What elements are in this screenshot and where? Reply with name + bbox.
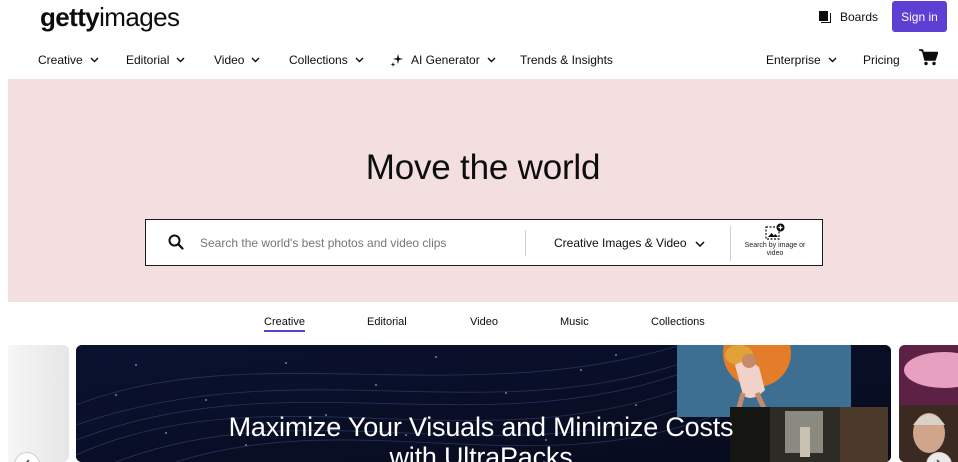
search-divider [525, 230, 526, 256]
chevron-down-icon [487, 57, 496, 63]
banner-title: Maximize Your Visuals and Minimize Costs… [228, 412, 734, 462]
carousel-next-button[interactable] [926, 452, 952, 462]
carousel-prev-button[interactable] [14, 452, 40, 462]
nav-item-pricing[interactable]: Pricing [863, 52, 900, 68]
chevron-down-icon [355, 57, 364, 63]
chevron-left-icon [25, 459, 30, 462]
ultrapacks-promo-banner[interactable]: Maximize Your Visuals and Minimize Costs… [76, 345, 891, 462]
tab-editorial[interactable]: Editorial [367, 316, 407, 328]
chevron-down-icon [176, 57, 185, 63]
carousel-card-next[interactable] [899, 345, 958, 462]
search-by-image-button[interactable]: Search by image or video [742, 223, 808, 263]
nav-item-label: Editorial [126, 53, 170, 67]
search-by-image-label: Search by image or video [744, 242, 806, 257]
nav-item-editorial[interactable]: Editorial [126, 52, 185, 68]
tab-music[interactable]: Music [560, 316, 589, 328]
next-card-image [899, 345, 958, 462]
chevron-down-icon [828, 57, 837, 63]
search-divider [730, 226, 731, 261]
image-search-icon [742, 223, 808, 241]
nav-item-label: Trends & Insights [520, 53, 613, 67]
boards-icon [818, 10, 832, 24]
tab-video[interactable]: Video [470, 316, 498, 328]
search-type-label: Creative Images & Video [554, 236, 687, 250]
main-nav: Creative Editorial Video Collections AI … [0, 44, 958, 74]
nav-item-creative[interactable]: Creative [38, 52, 99, 68]
sparkle-icon [390, 53, 404, 67]
hero-title: Move the world [365, 148, 601, 187]
chevron-down-icon [694, 236, 705, 250]
nav-item-label: Pricing [863, 53, 900, 67]
nav-item-ai-generator[interactable]: AI Generator [390, 52, 496, 68]
chevron-down-icon [251, 57, 260, 63]
cart-icon[interactable] [919, 49, 939, 71]
nav-item-video[interactable]: Video [214, 52, 260, 68]
getty-images-logo[interactable]: getty images [40, 0, 180, 32]
nav-item-label: Video [214, 53, 245, 67]
nav-item-enterprise[interactable]: Enterprise [766, 52, 837, 68]
nav-item-label: Collections [289, 53, 348, 67]
logo-bold-text: getty [40, 2, 100, 32]
nav-item-label: AI Generator [411, 53, 480, 67]
chevron-right-icon [936, 459, 941, 462]
nav-item-label: Enterprise [766, 53, 821, 67]
nav-item-trends-insights[interactable]: Trends & Insights [520, 52, 613, 68]
search-input[interactable] [200, 228, 520, 257]
nav-item-collections[interactable]: Collections [289, 52, 364, 68]
search-icon[interactable] [168, 234, 184, 255]
search-bar: Creative Images & Video Search by image … [145, 219, 823, 266]
sign-in-button[interactable]: Sign in [892, 1, 947, 32]
search-type-select[interactable]: Creative Images & Video [554, 234, 705, 252]
chevron-down-icon [90, 57, 99, 63]
tab-collections[interactable]: Collections [651, 316, 705, 328]
promo-image-interior [730, 407, 888, 462]
boards-label: Boards [840, 10, 879, 24]
tab-creative[interactable]: Creative [264, 316, 305, 332]
carousel-card-previous[interactable] [8, 345, 69, 462]
boards-link[interactable]: Boards [818, 8, 878, 26]
hero-section: Move the world Creative Images & Video S… [8, 79, 958, 302]
logo-light-text: images [99, 2, 180, 32]
nav-item-label: Creative [38, 53, 83, 67]
